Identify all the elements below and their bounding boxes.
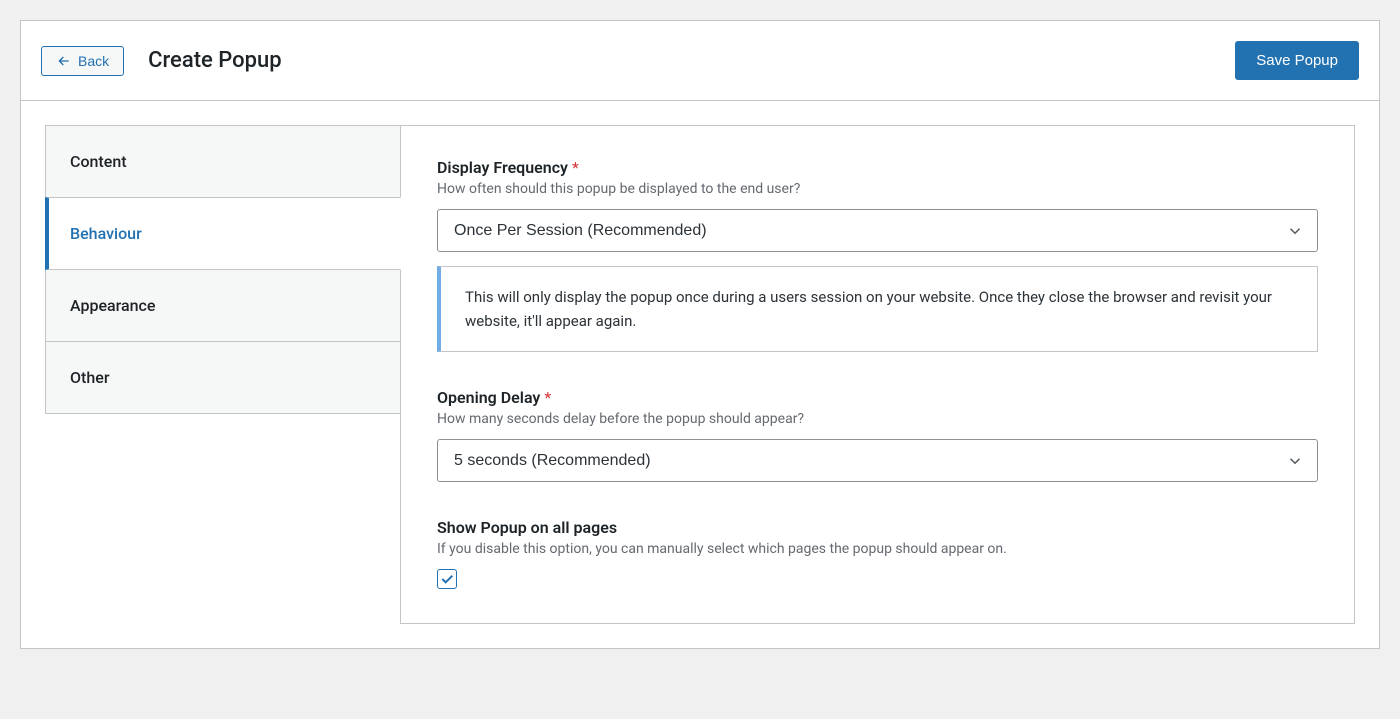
- info-notice: This will only display the popup once du…: [437, 266, 1318, 352]
- checkbox-show-all-pages[interactable]: [437, 569, 457, 589]
- select-opening-delay[interactable]: 5 seconds (Recommended): [437, 439, 1318, 482]
- field-display-frequency: Display Frequency * How often should thi…: [437, 158, 1318, 352]
- tab-other[interactable]: Other: [45, 341, 401, 414]
- checkbox-wrap: [437, 569, 1318, 591]
- field-opening-delay: Opening Delay * How many seconds delay b…: [437, 388, 1318, 482]
- field-label: Opening Delay *: [437, 388, 1318, 407]
- arrow-left-icon: [56, 53, 72, 69]
- select-display-frequency-wrap: Once Per Session (Recommended): [437, 209, 1318, 252]
- tab-appearance[interactable]: Appearance: [45, 269, 401, 342]
- back-button[interactable]: Back: [41, 46, 124, 76]
- field-label: Show Popup on all pages: [437, 518, 1318, 537]
- field-help: If you disable this option, you can manu…: [437, 541, 1318, 557]
- check-icon: [439, 571, 455, 587]
- field-help: How many seconds delay before the popup …: [437, 411, 1318, 427]
- required-mark: *: [544, 388, 551, 407]
- save-button[interactable]: Save Popup: [1235, 41, 1359, 80]
- main-panel: Back Create Popup Save Popup Content Beh…: [20, 20, 1380, 649]
- page-title: Create Popup: [148, 48, 282, 73]
- label-text: Opening Delay: [437, 388, 540, 407]
- tab-content[interactable]: Content: [45, 125, 401, 198]
- select-opening-delay-wrap: 5 seconds (Recommended): [437, 439, 1318, 482]
- back-button-label: Back: [78, 53, 109, 69]
- panel-header: Back Create Popup Save Popup: [21, 21, 1379, 101]
- select-display-frequency[interactable]: Once Per Session (Recommended): [437, 209, 1318, 252]
- label-text: Display Frequency: [437, 158, 568, 177]
- tab-list: Content Behaviour Appearance Other: [45, 125, 401, 624]
- field-help: How often should this popup be displayed…: [437, 181, 1318, 197]
- field-label: Display Frequency *: [437, 158, 1318, 177]
- tab-panel-behaviour: Display Frequency * How often should thi…: [400, 125, 1355, 624]
- required-mark: *: [572, 158, 579, 177]
- panel-body: Content Behaviour Appearance Other Displ…: [21, 101, 1379, 648]
- tab-behaviour[interactable]: Behaviour: [45, 197, 401, 270]
- field-show-all-pages: Show Popup on all pages If you disable t…: [437, 518, 1318, 591]
